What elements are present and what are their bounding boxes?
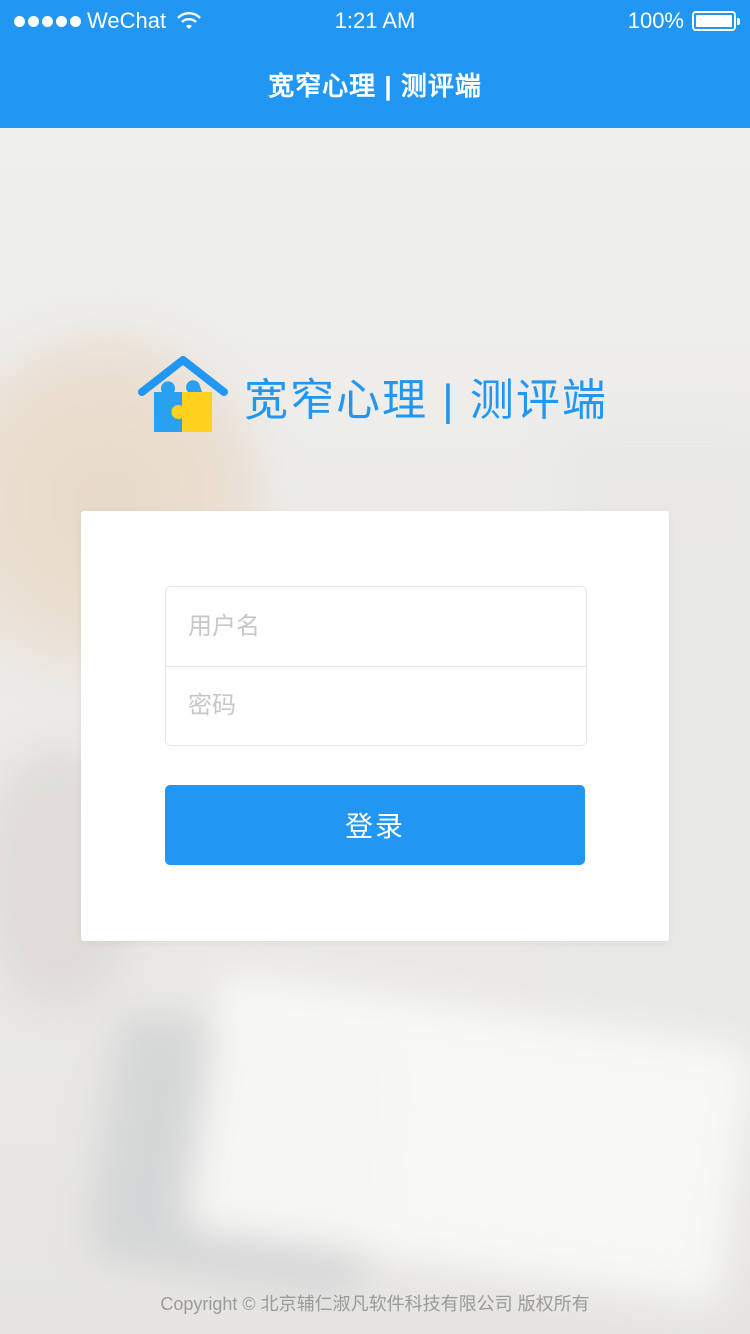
page-title: 宽窄心理 | 测评端 — [268, 70, 482, 101]
password-input[interactable] — [166, 666, 586, 745]
copyright-footer: Copyright © 北京辅仁淑凡软件科技有限公司 版权所有 — [160, 1294, 590, 1314]
status-bar: WeChat 1:21 AM 100% — [0, 0, 750, 40]
status-bar-right: 100% — [627, 8, 740, 34]
battery-icon — [692, 11, 740, 31]
nav-bar: 宽窄心理 | 测评端 — [0, 40, 750, 128]
logo-text: 宽窄心理 | 测评端 — [244, 376, 608, 425]
login-card: 登录 — [81, 511, 669, 941]
username-input[interactable] — [166, 587, 586, 666]
app-logo: 宽窄心理 | 测评端 — [138, 356, 618, 436]
house-puzzle-logo-icon — [138, 356, 228, 432]
battery-percentage: 100% — [627, 8, 684, 33]
login-button[interactable]: 登录 — [165, 785, 585, 865]
login-fields — [165, 586, 587, 746]
